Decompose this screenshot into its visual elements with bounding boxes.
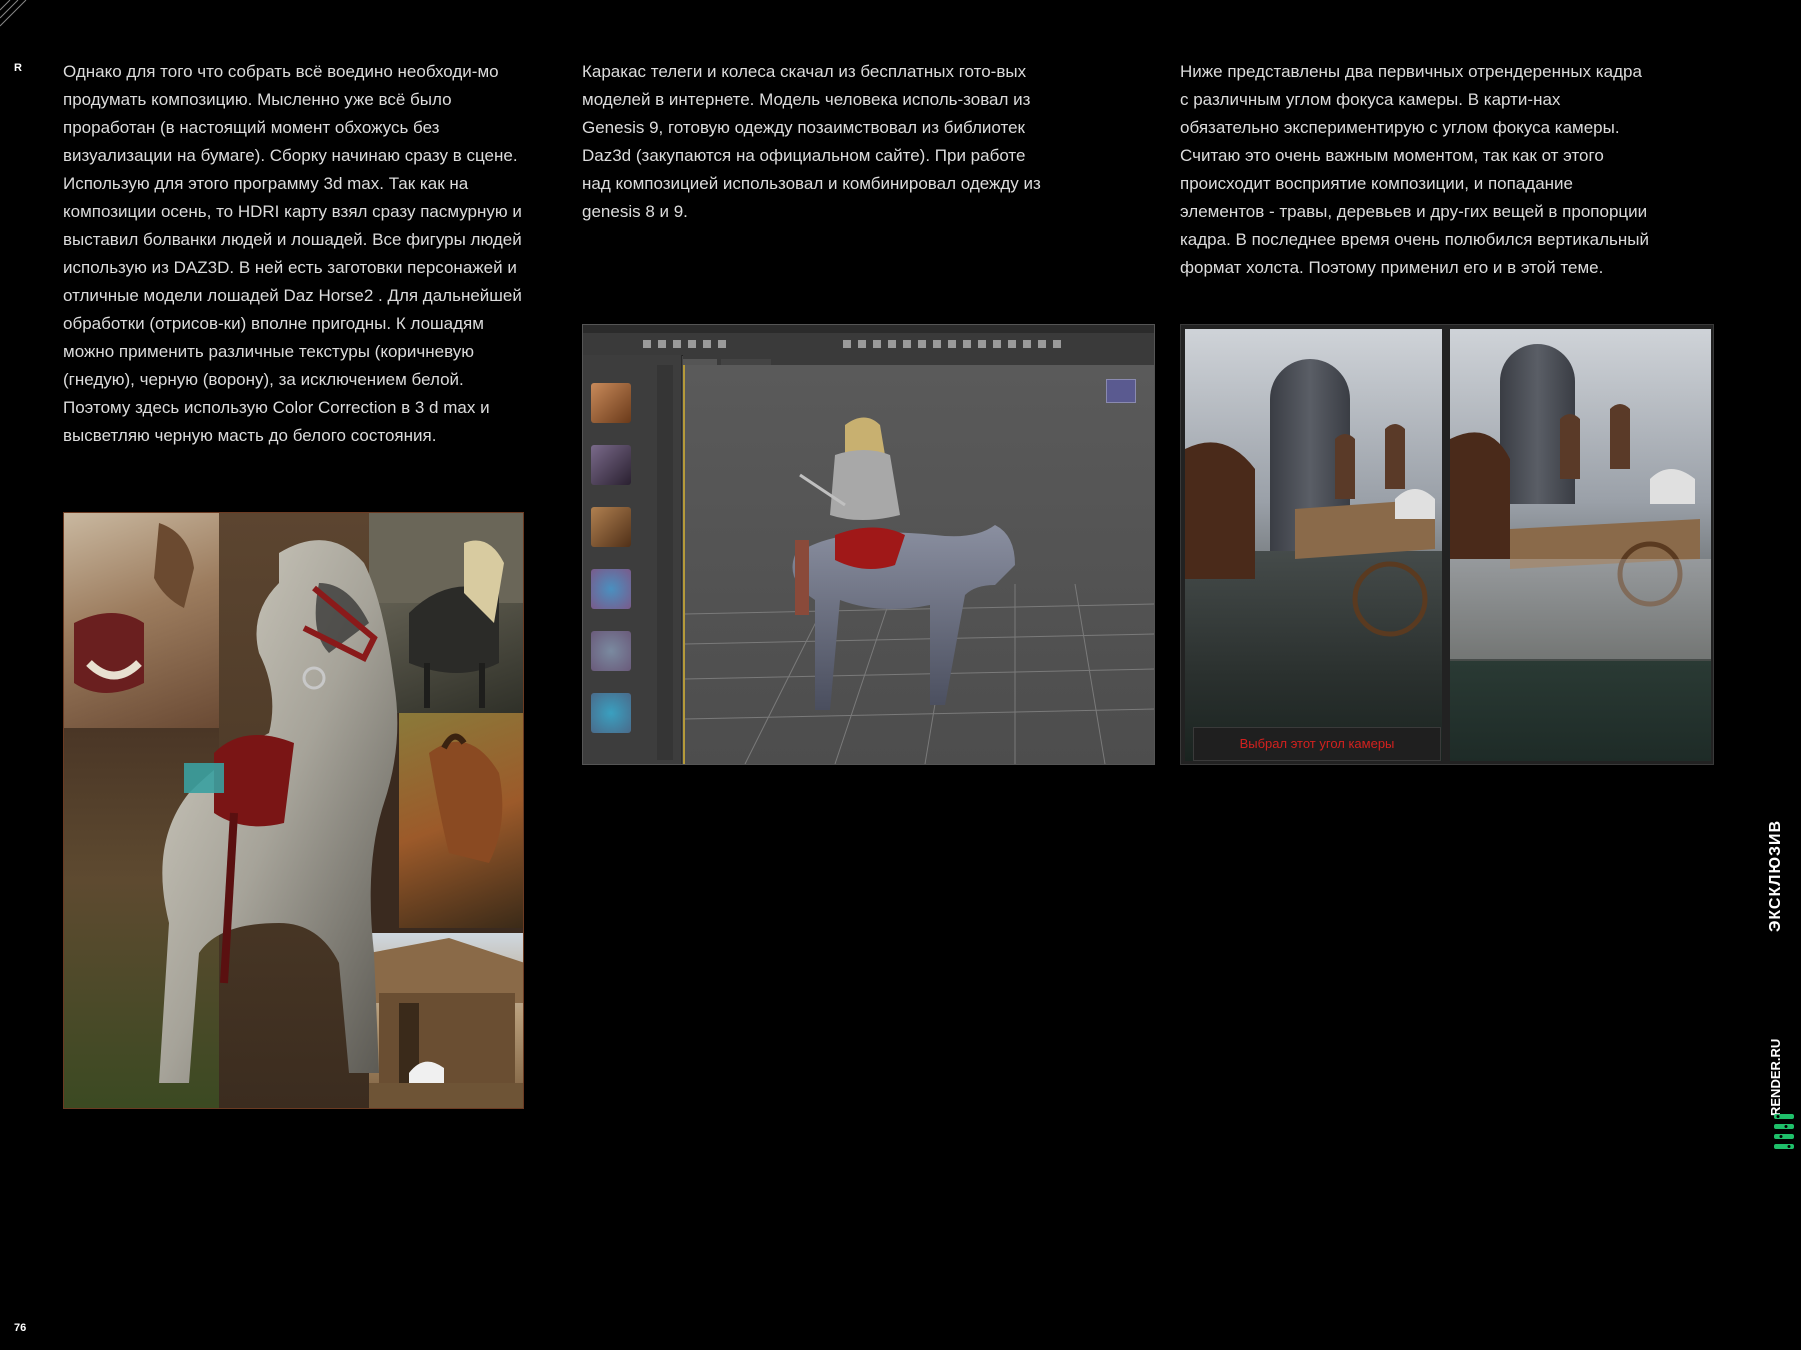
chosen-angle-caption: Выбрал этот угол камеры	[1193, 727, 1441, 761]
texture-thumb-black	[591, 445, 631, 485]
daz-studio-viewport-screenshot	[582, 324, 1155, 765]
render-camera-angle-1: Выбрал этот угол камеры	[1185, 329, 1442, 761]
daz-menubar	[583, 325, 1154, 333]
daz-content-library-panel	[583, 355, 682, 764]
daz-horse-collage-image	[63, 512, 524, 1109]
render-scene-1-figures	[1185, 424, 1435, 637]
text-column-1: Однако для того что собрать всё воедино …	[63, 62, 522, 445]
corner-hatch-decoration	[0, 0, 27, 27]
text-column-3: Ниже представлены два первичных отрендер…	[1180, 62, 1649, 277]
eye-thumb-2	[591, 631, 631, 671]
texture-thumb-bay	[591, 383, 631, 423]
render-ru-logo-icon	[1774, 1114, 1794, 1149]
eye-thumb-3	[591, 693, 631, 733]
render-camera-angle-2	[1450, 329, 1711, 761]
corner-mark: R	[14, 62, 22, 74]
magazine-page: R Однако для того что собрать всё воедин…	[0, 0, 1801, 1350]
horse-rider-model	[792, 417, 1015, 710]
daz-3d-viewport	[683, 365, 1154, 764]
render-scene-2-figures	[1450, 404, 1711, 659]
main-dapple-horse	[159, 540, 398, 1083]
camera-angle-renders: Выбрал этот угол камеры	[1180, 324, 1714, 765]
view-cube	[1106, 379, 1136, 403]
site-label: RENDER.RU	[1768, 1038, 1783, 1116]
eye-thumb-1	[591, 569, 631, 609]
text-column-2: Каракас телеги и колеса скачал из беспла…	[582, 62, 1041, 221]
daz-toolbar	[583, 333, 1154, 356]
texture-thumb-grulla	[591, 507, 631, 547]
daz-side-tab-strip	[657, 365, 673, 760]
daz-viewport-tabs	[683, 355, 1154, 368]
section-label: ЭКСКЛЮЗИВ	[1767, 819, 1784, 932]
page-number: 76	[14, 1322, 27, 1334]
